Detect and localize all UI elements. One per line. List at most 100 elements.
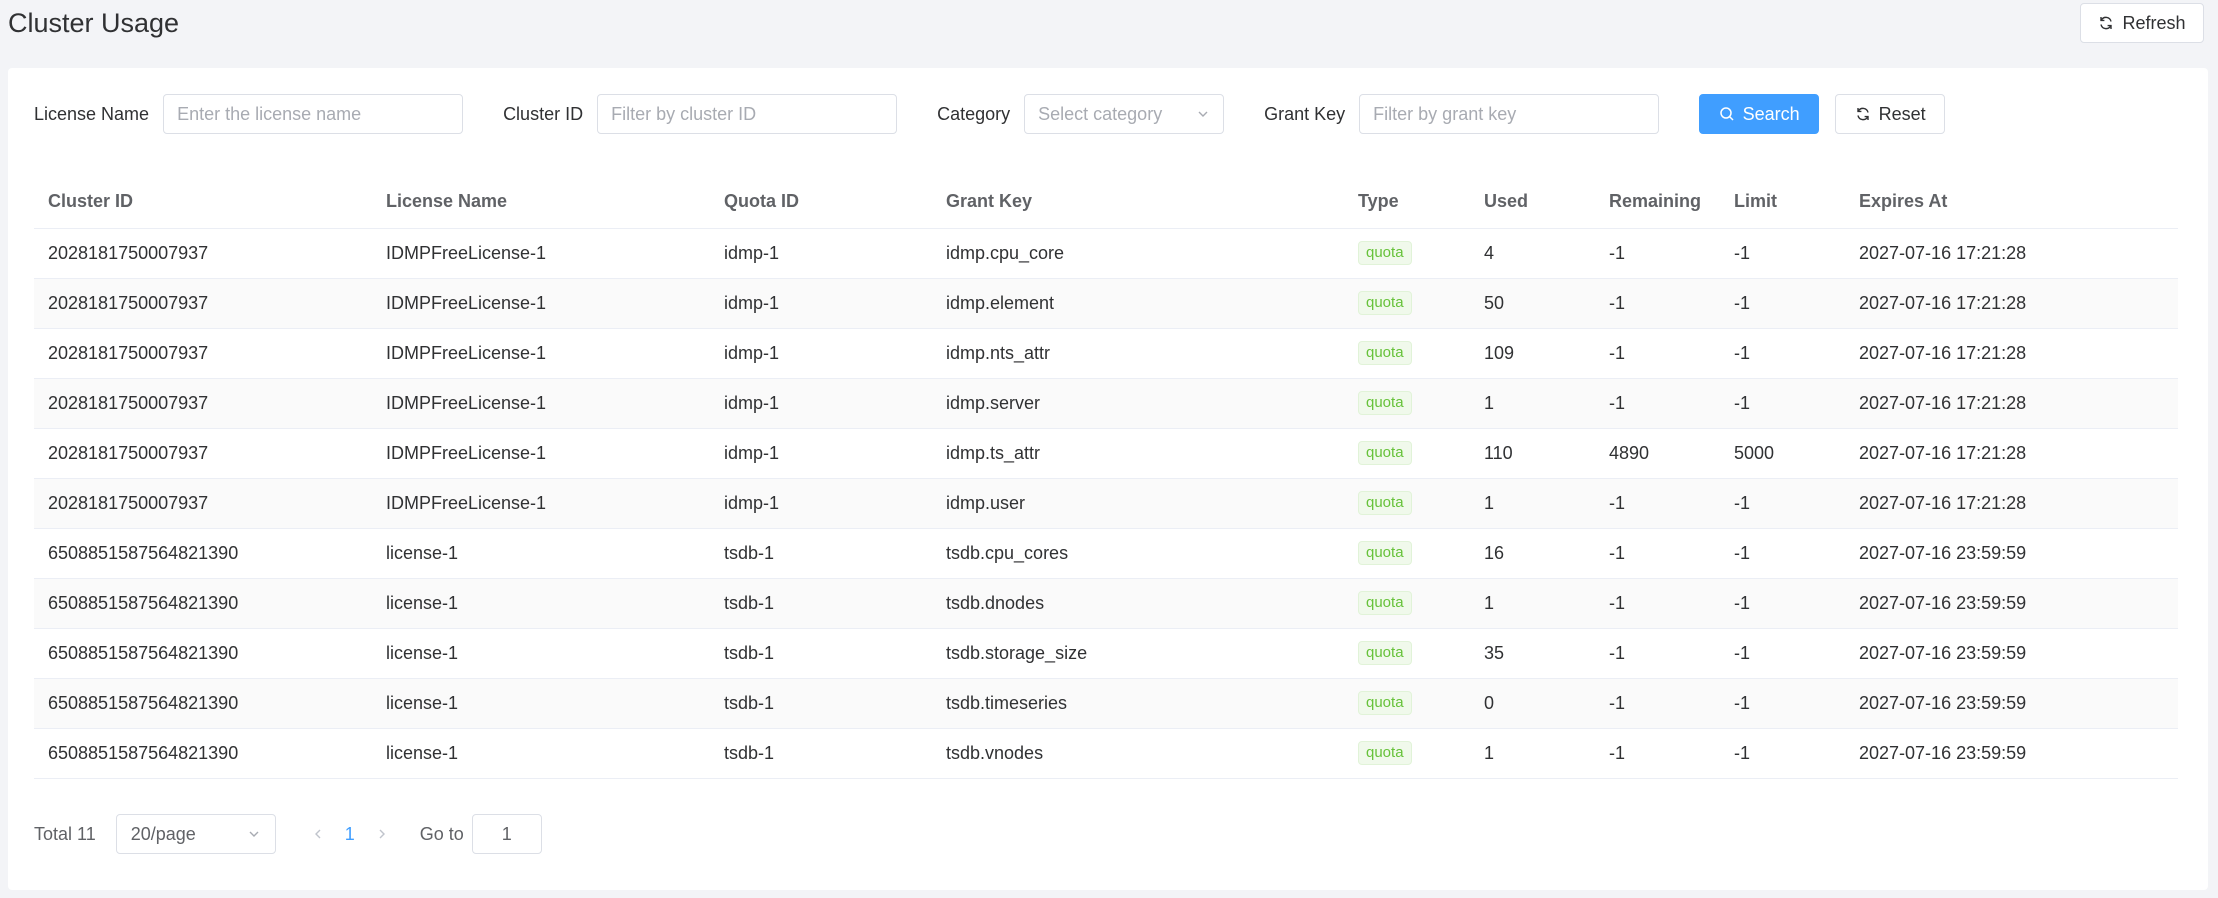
column-header[interactable]: Remaining (1595, 176, 1720, 229)
table-row[interactable]: 2028181750007937 IDMPFreeLicense-1 idmp-1 i… (34, 478, 2178, 529)
type-tag: quota (1358, 291, 1412, 315)
table-row[interactable]: 2028181750007937 IDMPFreeLicense-1 idmp-1 i… (34, 428, 2178, 479)
prev-page-button[interactable] (304, 814, 332, 854)
usage-table: Cluster ID License Name Quota ID Grant K… (34, 176, 2178, 779)
quota-id-cell: tsdb-1 (710, 528, 932, 579)
quota-id-cell: tsdb-1 (710, 728, 932, 779)
column-header[interactable]: Cluster ID (34, 176, 372, 229)
cluster-id-input[interactable] (597, 94, 898, 134)
limit-cell: -1 (1720, 628, 1845, 679)
license-name-cell: IDMPFreeLicense-1 (372, 328, 710, 379)
goto-page-input[interactable]: 1 (471, 814, 542, 854)
cluster-id-cell: 6508851587564821390 (34, 528, 372, 579)
quota-id-cell: tsdb-1 (710, 628, 932, 679)
refresh-icon (2098, 15, 2114, 31)
category-select-placeholder: Select category (1038, 103, 1163, 124)
column-header[interactable]: Used (1470, 176, 1595, 229)
grant-key-cell: tsdb.cpu_cores (932, 528, 1344, 579)
table-row[interactable]: 2028181750007937 IDMPFreeLicense-1 idmp-1 i… (34, 328, 2178, 379)
category-label: Category (937, 103, 1011, 124)
remaining-cell: 4890 (1595, 428, 1720, 479)
table-row[interactable]: 6508851587564821390 license-1 tsdb-1 tsdb.s… (34, 628, 2178, 679)
used-cell: 35 (1470, 628, 1595, 679)
used-cell: 4 (1470, 228, 1595, 279)
type-cell: quota (1344, 628, 1470, 679)
type-cell: quota (1344, 228, 1470, 279)
reset-button[interactable]: Reset (1835, 94, 1946, 134)
search-button[interactable]: Search (1699, 94, 1820, 134)
quota-id-cell: idmp-1 (710, 478, 932, 529)
column-header[interactable]: Expires At (1845, 176, 2178, 229)
cluster-id-cell: 2028181750007937 (34, 228, 372, 279)
remaining-cell: -1 (1595, 728, 1720, 779)
grant-key-cell: idmp.user (932, 478, 1344, 529)
table-row[interactable]: 6508851587564821390 license-1 tsdb-1 tsdb.d… (34, 578, 2178, 629)
type-tag: quota (1358, 591, 1412, 615)
chevron-down-icon (1196, 107, 1210, 121)
license-name-cell: license-1 (372, 678, 710, 729)
quota-id-cell: idmp-1 (710, 278, 932, 329)
license-name-cell: IDMPFreeLicense-1 (372, 278, 710, 329)
expires-at-cell: 2027-07-16 23:59:59 (1845, 578, 2178, 629)
grant-key-cell: idmp.server (932, 378, 1344, 429)
type-tag: quota (1358, 741, 1412, 765)
grant-key-cell: tsdb.storage_size (932, 628, 1344, 679)
grant-key-cell: idmp.element (932, 278, 1344, 329)
table-row[interactable]: 6508851587564821390 license-1 tsdb-1 tsdb.t… (34, 678, 2178, 729)
column-header[interactable]: Type (1344, 176, 1470, 229)
type-cell: quota (1344, 278, 1470, 329)
license-name-cell: IDMPFreeLicense-1 (372, 428, 710, 479)
page-size-select[interactable]: 20/page (115, 814, 276, 854)
category-select[interactable]: Select category (1024, 94, 1225, 134)
limit-cell: -1 (1720, 728, 1845, 779)
expires-at-cell: 2027-07-16 23:59:59 (1845, 528, 2178, 579)
chevron-right-icon (379, 829, 385, 839)
grant-key-input[interactable] (1359, 94, 1660, 134)
chevron-left-icon (314, 829, 321, 839)
search-icon (1719, 106, 1735, 122)
expires-at-cell: 2027-07-16 17:21:28 (1845, 428, 2178, 479)
remaining-cell: -1 (1595, 578, 1720, 629)
table-row[interactable]: 2028181750007937 IDMPFreeLicense-1 idmp-1 i… (34, 278, 2178, 329)
limit-cell: -1 (1720, 328, 1845, 379)
table-row[interactable]: 2028181750007937 IDMPFreeLicense-1 idmp-1 i… (34, 378, 2178, 429)
column-header[interactable]: Quota ID (710, 176, 932, 229)
quota-id-cell: idmp-1 (710, 228, 932, 279)
refresh-label: Refresh (2122, 12, 2186, 33)
column-header[interactable]: Limit (1720, 176, 1845, 229)
page-number-current[interactable]: 1 (332, 824, 368, 845)
type-tag: quota (1358, 241, 1412, 265)
limit-cell: -1 (1720, 278, 1845, 329)
type-tag: quota (1358, 391, 1412, 415)
remaining-cell: -1 (1595, 278, 1720, 329)
type-tag: quota (1358, 441, 1412, 465)
expires-at-cell: 2027-07-16 17:21:28 (1845, 228, 2178, 279)
type-cell: quota (1344, 478, 1470, 529)
license-name-cell: IDMPFreeLicense-1 (372, 228, 710, 279)
expires-at-cell: 2027-07-16 23:59:59 (1845, 628, 2178, 679)
type-tag: quota (1358, 541, 1412, 565)
type-tag: quota (1358, 491, 1412, 515)
table-row[interactable]: 6508851587564821390 license-1 tsdb-1 tsdb.c… (34, 528, 2178, 579)
cluster-id-cell: 2028181750007937 (34, 428, 372, 479)
page-title: Cluster Usage (8, 8, 180, 38)
chevron-down-icon (247, 827, 261, 841)
license-name-cell: license-1 (372, 528, 710, 579)
type-tag: quota (1358, 641, 1412, 665)
grant-key-cell: tsdb.dnodes (932, 578, 1344, 629)
table-row[interactable]: 2028181750007937 IDMPFreeLicense-1 idmp-1 i… (34, 228, 2178, 279)
expires-at-cell: 2027-07-16 23:59:59 (1845, 678, 2178, 729)
license-name-input[interactable] (163, 94, 464, 134)
column-header[interactable]: Grant Key (932, 176, 1344, 229)
used-cell: 1 (1470, 378, 1595, 429)
next-page-button[interactable] (368, 814, 396, 854)
license-name-cell: license-1 (372, 728, 710, 779)
refresh-button[interactable]: Refresh (2080, 3, 2204, 43)
license-name-cell: license-1 (372, 578, 710, 629)
expires-at-cell: 2027-07-16 17:21:28 (1845, 328, 2178, 379)
cluster-id-cell: 2028181750007937 (34, 278, 372, 329)
column-header[interactable]: License Name (372, 176, 710, 229)
remaining-cell: -1 (1595, 228, 1720, 279)
type-cell: quota (1344, 378, 1470, 429)
table-row[interactable]: 6508851587564821390 license-1 tsdb-1 tsdb.v… (34, 728, 2178, 779)
